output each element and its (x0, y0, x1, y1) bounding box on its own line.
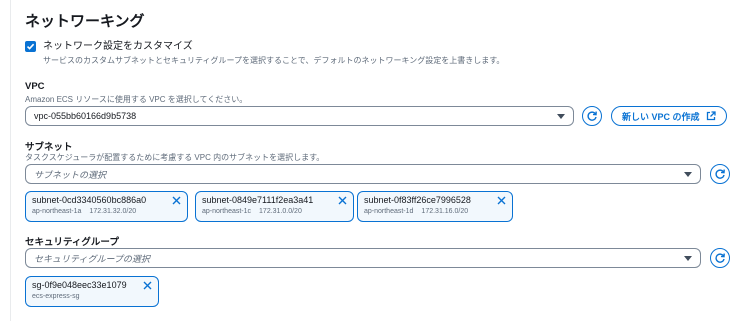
security-groups-label: セキュリティグループ (25, 237, 119, 248)
remove-security-group-button[interactable] (143, 281, 152, 290)
subnet-token: subnet-0849e7111f2ea3a41 ap-northeast-1c… (195, 191, 354, 222)
create-vpc-button[interactable]: 新しい VPC の作成 (611, 106, 727, 126)
subnet-token-cidr: 172.31.0.0/20 (259, 208, 302, 215)
subnet-token-id: subnet-0cd3340560bc886a0 (32, 195, 147, 205)
subnets-select-placeholder: サブネットの選択 (34, 169, 107, 180)
subnets-select[interactable]: サブネットの選択 (25, 164, 701, 184)
subnet-token: subnet-0f83ff26ce7996528 ap-northeast-1d… (357, 191, 513, 222)
caret-down-icon (684, 171, 692, 177)
subnet-token-cidr: 172.31.16.0/20 (421, 208, 469, 215)
create-vpc-button-label: 新しい VPC の作成 (622, 111, 700, 122)
vpc-select[interactable]: vpc-055bb60166d9b5738 (25, 106, 574, 126)
subnets-label: サブネット (25, 142, 73, 153)
security-group-token-name: ecs-express-sg (32, 293, 80, 300)
security-groups-refresh-button[interactable] (710, 248, 730, 268)
subnets-description: タスクスケジューラが配置するために考慮する VPC 内のサブネットを選択します。 (25, 153, 325, 162)
vpc-select-value: vpc-055bb60166d9b5738 (34, 111, 137, 121)
security-groups-select-placeholder: セキュリティグループの選択 (34, 253, 150, 264)
checkmark-icon (26, 43, 35, 50)
subnet-token-az: ap-northeast-1d (364, 208, 414, 215)
caret-down-icon (684, 255, 692, 261)
remove-subnet-button[interactable] (338, 196, 347, 205)
customize-checkbox-label: ネットワーク設定をカスタマイズ (43, 41, 193, 52)
section-title: ネットワーキング (25, 13, 145, 30)
customize-checkbox-row[interactable]: ネットワーク設定をカスタマイズ (25, 41, 193, 52)
vpc-refresh-button[interactable] (582, 106, 602, 126)
remove-subnet-button[interactable] (497, 196, 506, 205)
subnet-token-az: ap-northeast-1a (32, 208, 82, 215)
vpc-label: VPC (25, 81, 45, 92)
subnet-token-az: ap-northeast-1c (202, 208, 252, 215)
customize-checkbox[interactable] (25, 41, 36, 52)
caret-down-icon (557, 113, 565, 119)
security-groups-select[interactable]: セキュリティグループの選択 (25, 248, 701, 268)
security-group-token: sg-0f9e048eec33e1079 ecs-express-sg (25, 276, 159, 307)
vpc-description: Amazon ECS リソースに使用する VPC を選択してください。 (25, 95, 248, 104)
subnet-token-cidr: 172.31.32.0/20 (89, 208, 137, 215)
subnet-token-id: subnet-0849e7111f2ea3a41 (202, 195, 314, 205)
refresh-icon (587, 111, 597, 121)
external-link-icon (706, 111, 716, 121)
subnet-token: subnet-0cd3340560bc886a0 ap-northeast-1a… (25, 191, 188, 222)
networking-panel: ネットワーキング ネットワーク設定をカスタマイズ サービスのカスタムサブネットと… (10, 0, 738, 321)
subnet-token-id: subnet-0f83ff26ce7996528 (364, 195, 471, 205)
customize-description: サービスのカスタムサブネットとセキュリティグループを選択することで、デフォルトの… (43, 56, 505, 65)
refresh-icon (715, 253, 725, 263)
refresh-icon (715, 169, 725, 179)
security-group-token-id: sg-0f9e048eec33e1079 (32, 280, 127, 290)
subnets-refresh-button[interactable] (710, 164, 730, 184)
remove-subnet-button[interactable] (172, 196, 181, 205)
